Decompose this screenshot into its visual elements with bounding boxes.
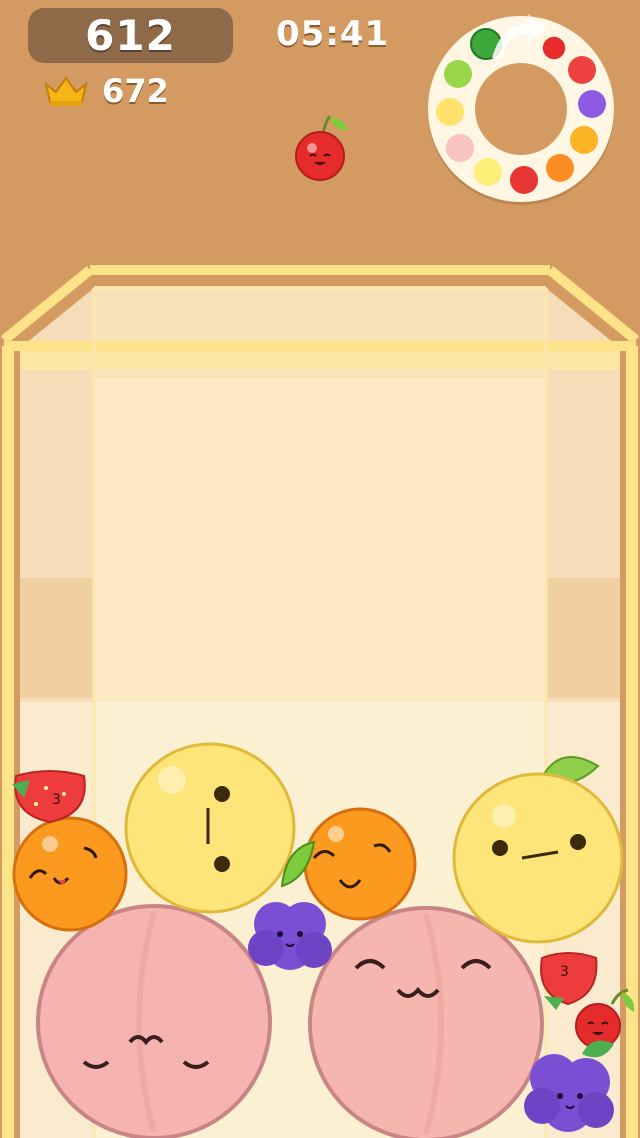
fruit-lemon <box>452 756 624 944</box>
wheel-apple <box>510 166 538 194</box>
wheel-persimmon <box>546 154 574 182</box>
timer: 05:41 <box>276 14 390 54</box>
svg-text:3: 3 <box>560 964 569 980</box>
best-score: 672 <box>102 72 169 110</box>
wheel-center <box>475 63 567 155</box>
fruit-strawberry: 3 <box>12 770 86 824</box>
wheel-lemon <box>474 158 502 186</box>
fruit-grape <box>524 1040 614 1132</box>
svg-text:3: 3 <box>52 792 61 808</box>
score-panel: 612 <box>28 8 233 63</box>
wheel-orange <box>570 126 598 154</box>
fruit-peach <box>36 904 272 1138</box>
wheel-pineapple <box>436 98 464 126</box>
cycle-arrow-icon <box>492 14 548 58</box>
crown-icon <box>44 76 88 106</box>
wheel-strawberry <box>568 56 596 84</box>
fruit-orange <box>12 816 128 932</box>
fruit-grape <box>248 840 332 970</box>
wheel-peach <box>446 134 474 162</box>
next-fruit-cherry[interactable] <box>290 110 360 185</box>
wheel-melon <box>444 60 472 88</box>
best-score-panel: 672 <box>42 72 169 110</box>
wheel-grape <box>578 90 606 118</box>
current-score: 612 <box>85 11 176 60</box>
